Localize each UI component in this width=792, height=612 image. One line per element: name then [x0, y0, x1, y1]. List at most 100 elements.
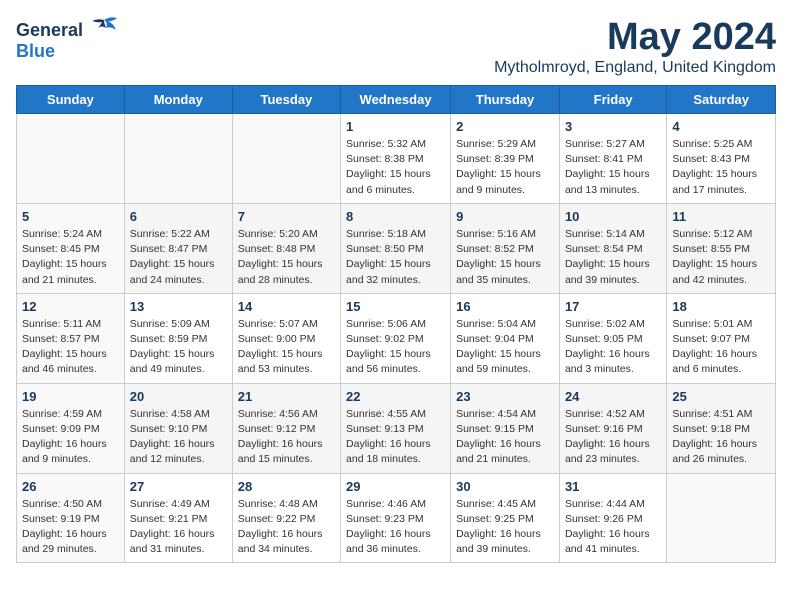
logo-bird-icon — [90, 16, 118, 36]
cell-day-info: Sunrise: 5:06 AM Sunset: 9:02 PM Dayligh… — [346, 317, 445, 378]
cell-day-number: 5 — [22, 209, 119, 224]
calendar-cell — [124, 114, 232, 204]
cell-day-info: Sunrise: 5:04 AM Sunset: 9:04 PM Dayligh… — [456, 317, 554, 378]
cell-day-number: 2 — [456, 119, 554, 134]
calendar-title: May 2024 — [494, 16, 776, 59]
calendar-cell: 8 Sunrise: 5:18 AM Sunset: 8:50 PM Daylig… — [341, 203, 451, 293]
calendar-cell — [232, 114, 340, 204]
calendar-cell: 2 Sunrise: 5:29 AM Sunset: 8:39 PM Daylig… — [451, 114, 560, 204]
calendar-cell — [667, 473, 776, 563]
calendar-week-row: 12 Sunrise: 5:11 AM Sunset: 8:57 PM Dayli… — [17, 293, 776, 383]
calendar-cell: 28Sunrise: 4:48 AM Sunset: 9:22 PM Dayli… — [232, 473, 340, 563]
calendar-cell — [17, 114, 125, 204]
cell-day-number: 22 — [346, 389, 445, 404]
cell-day-number: 1 — [346, 119, 445, 134]
logo-general: General — [16, 20, 83, 40]
calendar-table: SundayMondayTuesdayWednesdayThursdayFrid… — [16, 85, 776, 563]
cell-day-info: Sunrise: 4:46 AM Sunset: 9:23 PM Dayligh… — [346, 497, 445, 558]
cell-day-info: Sunrise: 5:20 AM Sunset: 8:48 PM Dayligh… — [238, 227, 335, 288]
calendar-week-row: 19Sunrise: 4:59 AM Sunset: 9:09 PM Dayli… — [17, 383, 776, 473]
cell-day-number: 11 — [672, 209, 770, 224]
cell-day-number: 4 — [672, 119, 770, 134]
weekday-header-row: SundayMondayTuesdayWednesdayThursdayFrid… — [17, 86, 776, 114]
calendar-cell: 18Sunrise: 5:01 AM Sunset: 9:07 PM Dayli… — [667, 293, 776, 383]
cell-day-number: 7 — [238, 209, 335, 224]
logo-blue: Blue — [16, 41, 55, 61]
page-header: General Blue May 2024 Mytholmroyd, Engla… — [16, 16, 776, 77]
cell-day-info: Sunrise: 4:45 AM Sunset: 9:25 PM Dayligh… — [456, 497, 554, 558]
cell-day-number: 19 — [22, 389, 119, 404]
cell-day-number: 10 — [565, 209, 661, 224]
cell-day-info: Sunrise: 4:58 AM Sunset: 9:10 PM Dayligh… — [130, 407, 227, 468]
cell-day-info: Sunrise: 5:09 AM Sunset: 8:59 PM Dayligh… — [130, 317, 227, 378]
calendar-cell: 1 Sunrise: 5:32 AM Sunset: 8:38 PM Daylig… — [341, 114, 451, 204]
calendar-cell: 22 Sunrise: 4:55 AM Sunset: 9:13 PM Dayli… — [341, 383, 451, 473]
cell-day-info: Sunrise: 5:12 AM Sunset: 8:55 PM Dayligh… — [672, 227, 770, 288]
calendar-cell: 25Sunrise: 4:51 AM Sunset: 9:18 PM Dayli… — [667, 383, 776, 473]
cell-day-info: Sunrise: 4:48 AM Sunset: 9:22 PM Dayligh… — [238, 497, 335, 558]
cell-day-info: Sunrise: 5:02 AM Sunset: 9:05 PM Dayligh… — [565, 317, 661, 378]
cell-day-info: Sunrise: 5:16 AM Sunset: 8:52 PM Dayligh… — [456, 227, 554, 288]
calendar-cell: 10Sunrise: 5:14 AM Sunset: 8:54 PM Dayli… — [559, 203, 666, 293]
calendar-cell: 19Sunrise: 4:59 AM Sunset: 9:09 PM Dayli… — [17, 383, 125, 473]
cell-day-info: Sunrise: 5:07 AM Sunset: 9:00 PM Dayligh… — [238, 317, 335, 378]
calendar-week-row: 1 Sunrise: 5:32 AM Sunset: 8:38 PM Daylig… — [17, 114, 776, 204]
calendar-cell: 6Sunrise: 5:22 AM Sunset: 8:47 PM Daylig… — [124, 203, 232, 293]
calendar-cell: 31Sunrise: 4:44 AM Sunset: 9:26 PM Dayli… — [559, 473, 666, 563]
calendar-cell: 14 Sunrise: 5:07 AM Sunset: 9:00 PM Dayli… — [232, 293, 340, 383]
cell-day-number: 15 — [346, 299, 445, 314]
logo: General Blue — [16, 16, 118, 62]
calendar-cell: 11 Sunrise: 5:12 AM Sunset: 8:55 PM Dayli… — [667, 203, 776, 293]
calendar-cell: 15 Sunrise: 5:06 AM Sunset: 9:02 PM Dayli… — [341, 293, 451, 383]
cell-day-number: 14 — [238, 299, 335, 314]
cell-day-number: 20 — [130, 389, 227, 404]
cell-day-number: 12 — [22, 299, 119, 314]
cell-day-number: 23 — [456, 389, 554, 404]
cell-day-number: 29 — [346, 479, 445, 494]
weekday-header-cell: Friday — [559, 86, 666, 114]
calendar-cell: 7 Sunrise: 5:20 AM Sunset: 8:48 PM Daylig… — [232, 203, 340, 293]
calendar-cell: 13 Sunrise: 5:09 AM Sunset: 8:59 PM Dayli… — [124, 293, 232, 383]
calendar-cell: 16 Sunrise: 5:04 AM Sunset: 9:04 PM Dayli… — [451, 293, 560, 383]
cell-day-info: Sunrise: 4:49 AM Sunset: 9:21 PM Dayligh… — [130, 497, 227, 558]
title-block: May 2024 Mytholmroyd, England, United Ki… — [494, 16, 776, 77]
cell-day-info: Sunrise: 5:18 AM Sunset: 8:50 PM Dayligh… — [346, 227, 445, 288]
calendar-cell: 9 Sunrise: 5:16 AM Sunset: 8:52 PM Daylig… — [451, 203, 560, 293]
calendar-cell: 5 Sunrise: 5:24 AM Sunset: 8:45 PM Daylig… — [17, 203, 125, 293]
cell-day-number: 16 — [456, 299, 554, 314]
cell-day-info: Sunrise: 5:29 AM Sunset: 8:39 PM Dayligh… — [456, 137, 554, 198]
logo-text: General — [16, 16, 118, 41]
cell-day-number: 26 — [22, 479, 119, 494]
cell-day-number: 9 — [456, 209, 554, 224]
calendar-cell: 29 Sunrise: 4:46 AM Sunset: 9:23 PM Dayli… — [341, 473, 451, 563]
calendar-cell: 17 Sunrise: 5:02 AM Sunset: 9:05 PM Dayli… — [559, 293, 666, 383]
calendar-cell: 23Sunrise: 4:54 AM Sunset: 9:15 PM Dayli… — [451, 383, 560, 473]
weekday-header-cell: Thursday — [451, 86, 560, 114]
cell-day-number: 25 — [672, 389, 770, 404]
cell-day-number: 3 — [565, 119, 661, 134]
calendar-cell: 30 Sunrise: 4:45 AM Sunset: 9:25 PM Dayli… — [451, 473, 560, 563]
cell-day-info: Sunrise: 5:01 AM Sunset: 9:07 PM Dayligh… — [672, 317, 770, 378]
weekday-header-cell: Tuesday — [232, 86, 340, 114]
weekday-header-cell: Wednesday — [341, 86, 451, 114]
cell-day-number: 17 — [565, 299, 661, 314]
weekday-header-cell: Saturday — [667, 86, 776, 114]
cell-day-info: Sunrise: 5:11 AM Sunset: 8:57 PM Dayligh… — [22, 317, 119, 378]
calendar-week-row: 26 Sunrise: 4:50 AM Sunset: 9:19 PM Dayli… — [17, 473, 776, 563]
cell-day-number: 6 — [130, 209, 227, 224]
weekday-header-cell: Monday — [124, 86, 232, 114]
cell-day-info: Sunrise: 5:27 AM Sunset: 8:41 PM Dayligh… — [565, 137, 661, 198]
cell-day-info: Sunrise: 5:32 AM Sunset: 8:38 PM Dayligh… — [346, 137, 445, 198]
cell-day-info: Sunrise: 5:24 AM Sunset: 8:45 PM Dayligh… — [22, 227, 119, 288]
cell-day-info: Sunrise: 4:55 AM Sunset: 9:13 PM Dayligh… — [346, 407, 445, 468]
cell-day-number: 30 — [456, 479, 554, 494]
cell-day-number: 13 — [130, 299, 227, 314]
calendar-cell: 3 Sunrise: 5:27 AM Sunset: 8:41 PM Daylig… — [559, 114, 666, 204]
cell-day-info: Sunrise: 4:44 AM Sunset: 9:26 PM Dayligh… — [565, 497, 661, 558]
weekday-header-cell: Sunday — [17, 86, 125, 114]
calendar-location: Mytholmroyd, England, United Kingdom — [494, 59, 776, 77]
calendar-cell: 27 Sunrise: 4:49 AM Sunset: 9:21 PM Dayli… — [124, 473, 232, 563]
cell-day-info: Sunrise: 4:50 AM Sunset: 9:19 PM Dayligh… — [22, 497, 119, 558]
cell-day-number: 8 — [346, 209, 445, 224]
cell-day-number: 27 — [130, 479, 227, 494]
